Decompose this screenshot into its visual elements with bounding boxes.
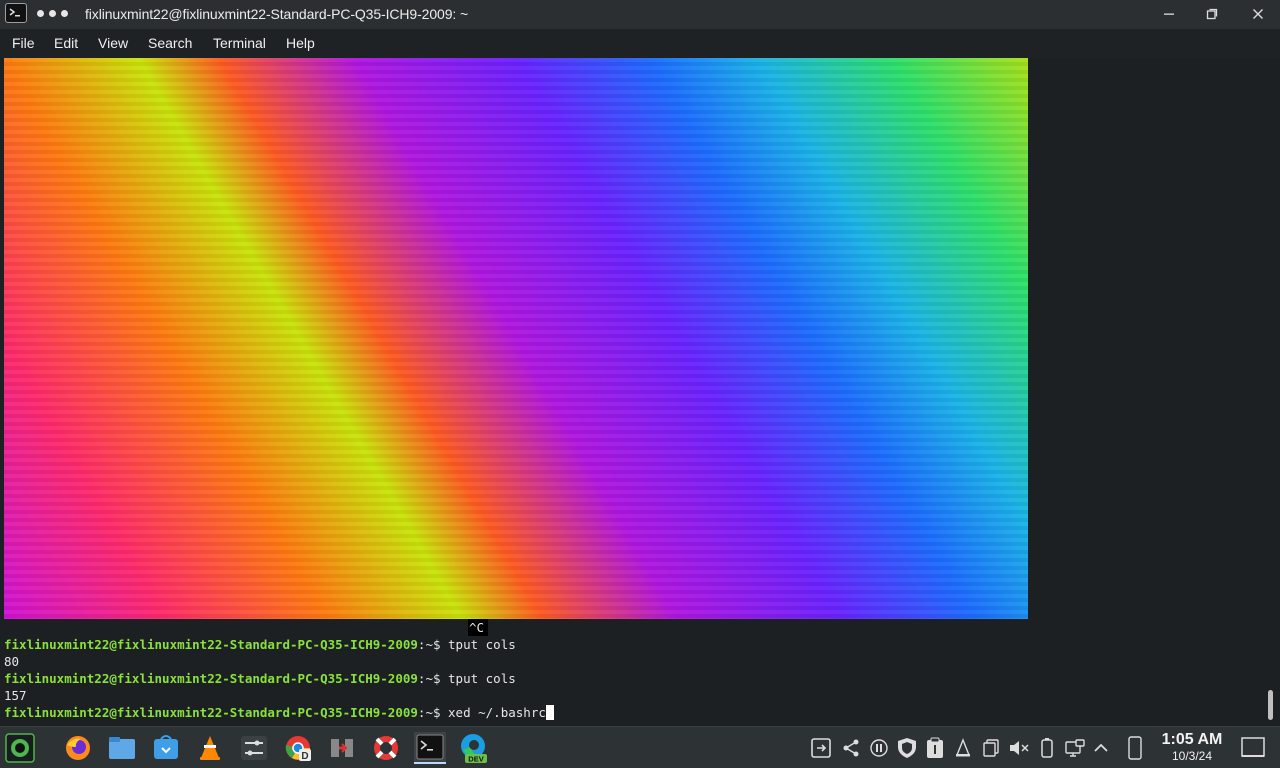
network-icon[interactable] (1064, 737, 1086, 759)
close-button[interactable] (1247, 4, 1269, 24)
terminal-output-2: 157 (4, 688, 27, 703)
vlc-icon[interactable] (194, 732, 226, 764)
command: tput cols (448, 637, 516, 652)
maximize-button[interactable] (1201, 4, 1223, 24)
vlc-tray-icon[interactable] (952, 737, 974, 759)
close-icon (1253, 9, 1263, 19)
prompt-path: :~$ (417, 637, 449, 652)
show-desktop-icon[interactable] (1240, 735, 1266, 761)
menu-view[interactable]: View (98, 35, 128, 51)
terminal-line-3: fixlinuxmint22@fixlinuxmint22-Standard-P… (4, 704, 554, 721)
edge-dev-icon[interactable]: DEV (458, 732, 490, 764)
dev-badge: DEV (468, 755, 483, 764)
terminal-line-2: fixlinuxmint22@fixlinuxmint22-Standard-P… (4, 670, 516, 687)
command: tput cols (448, 671, 516, 686)
phone-icon[interactable] (1124, 736, 1146, 760)
share-icon[interactable] (840, 737, 862, 759)
chevron-up-icon[interactable] (1090, 737, 1112, 759)
window-title: fixlinuxmint22@fixlinuxmint22-Standard-P… (85, 6, 469, 22)
terminal-app-icon[interactable] (5, 3, 27, 23)
menu-help[interactable]: Help (286, 35, 315, 51)
restore-icon (1206, 8, 1218, 20)
help-icon[interactable] (370, 732, 402, 764)
menu-file[interactable]: File (12, 35, 35, 51)
interrupt-indicator: ^C (468, 619, 489, 636)
clock-date: 10/3/24 (1171, 749, 1213, 763)
settings-icon[interactable] (238, 732, 270, 764)
minimize-button[interactable] (1158, 4, 1180, 24)
taskbar: D DEV 1:05 AM 10/3/24 (0, 726, 1280, 768)
terminal-line-1: fixlinuxmint22@fixlinuxmint22-Standard-P… (4, 636, 516, 653)
update-icon[interactable] (810, 737, 832, 759)
prompt-path: :~$ (417, 705, 449, 720)
command: xed ~/.bashrc (448, 705, 546, 720)
scrollbar[interactable] (1268, 690, 1273, 720)
title-bar: fixlinuxmint22@fixlinuxmint22-Standard-P… (0, 0, 1280, 29)
minimize-icon (1164, 13, 1174, 15)
prompt: fixlinuxmint22@fixlinuxmint22-Standard-P… (4, 671, 418, 686)
shield-icon[interactable] (896, 737, 918, 759)
clock-time: 1:05 AM (1161, 731, 1223, 748)
terminal-icon[interactable] (414, 732, 446, 764)
more-options-icon[interactable] (37, 10, 68, 17)
menu-bar: File Edit View Search Terminal Help (0, 29, 1280, 58)
menu-terminal[interactable]: Terminal (213, 35, 266, 51)
chrome-dev-icon[interactable]: D (282, 732, 314, 764)
menu-edit[interactable]: Edit (54, 35, 78, 51)
color-gradient-output (4, 58, 1028, 619)
clock[interactable]: 1:05 AM 10/3/24 (1156, 731, 1228, 763)
prompt: fixlinuxmint22@fixlinuxmint22-Standard-P… (4, 705, 418, 720)
firefox-icon[interactable] (62, 732, 94, 764)
svg-text:D: D (301, 751, 308, 762)
volume-muted-icon[interactable] (1008, 737, 1030, 759)
battery-icon[interactable] (1036, 737, 1058, 759)
text-cursor (545, 705, 554, 720)
terminal-output-1: 80 (4, 654, 20, 669)
virt-manager-icon[interactable] (326, 732, 358, 764)
prompt: fixlinuxmint22@fixlinuxmint22-Standard-P… (4, 637, 418, 652)
menu-search[interactable]: Search (148, 35, 192, 51)
clipboard-icon[interactable] (924, 737, 946, 759)
terminal-area[interactable]: ^C fixlinuxmint22@fixlinuxmint22-Standar… (0, 58, 1280, 726)
copy-icon[interactable] (980, 737, 1002, 759)
pause-icon[interactable] (868, 737, 890, 759)
software-manager-icon[interactable] (150, 732, 182, 764)
menu-icon[interactable] (4, 732, 36, 764)
files-icon[interactable] (106, 732, 138, 764)
prompt-path: :~$ (417, 671, 449, 686)
